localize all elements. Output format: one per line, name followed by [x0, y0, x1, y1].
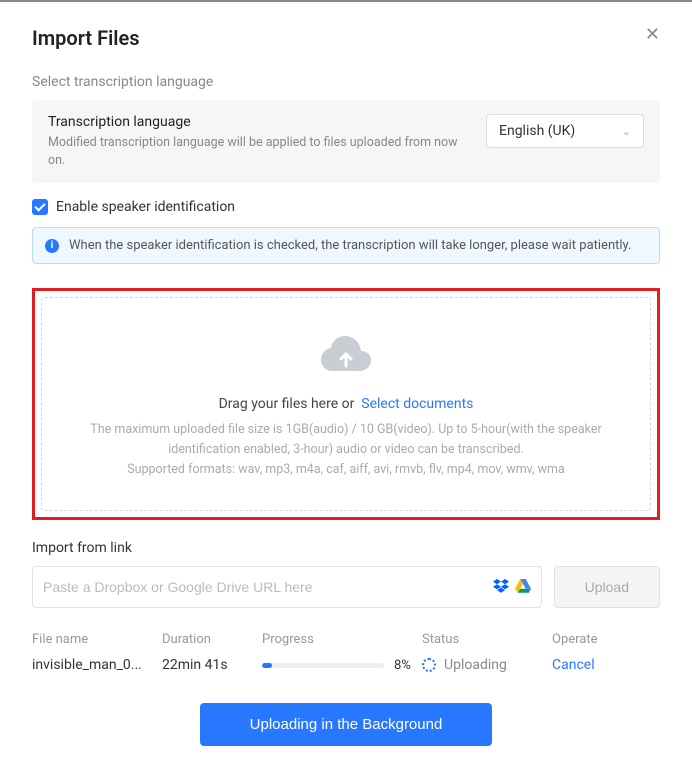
- import-files-modal: Import Files ✕ Select transcription lang…: [0, 2, 692, 766]
- speaker-info-banner: i When the speaker identification is che…: [32, 227, 660, 264]
- link-url-input[interactable]: [43, 579, 493, 595]
- speaker-id-row: Enable speaker identification: [32, 199, 660, 215]
- cancel-link[interactable]: Cancel: [552, 657, 595, 673]
- dropzone-help-1: The maximum uploaded file size is 1GB(au…: [58, 420, 634, 460]
- language-box: Transcription language Modified transcri…: [32, 100, 660, 183]
- uploads-table: File name Duration Progress Status Opera…: [32, 632, 660, 673]
- dropzone-help-2: Supported formats: wav, mp3, m4a, caf, a…: [58, 460, 634, 480]
- th-duration: Duration: [162, 632, 262, 647]
- close-icon: ✕: [645, 24, 660, 45]
- table-row: invisible_man_0... 22min 41s 8% Uploadin…: [32, 657, 660, 673]
- import-link-row: Upload: [32, 566, 660, 608]
- language-section-label: Select transcription language: [32, 74, 660, 90]
- background-upload-button[interactable]: Uploading in the Background: [200, 703, 493, 746]
- language-subtitle: Modified transcription language will be …: [48, 134, 472, 169]
- info-icon: i: [45, 239, 59, 253]
- progress-percent: 8%: [394, 658, 422, 673]
- dropbox-icon: [493, 578, 509, 597]
- close-button[interactable]: ✕: [645, 26, 660, 44]
- service-icons: [493, 578, 531, 597]
- th-operate: Operate: [552, 632, 632, 647]
- cell-operate: Cancel: [552, 657, 632, 673]
- language-selected-value: English (UK): [499, 123, 575, 139]
- cell-status: Uploading: [422, 657, 552, 673]
- th-status: Status: [422, 632, 552, 647]
- speaker-id-label: Enable speaker identification: [56, 199, 235, 215]
- speaker-id-checkbox[interactable]: [32, 199, 48, 215]
- progress-fill: [262, 663, 272, 668]
- dropzone-main-text: Drag your files here or Select documents: [58, 396, 634, 412]
- cell-filename: invisible_man_0...: [32, 657, 162, 673]
- import-link-label: Import from link: [32, 540, 660, 556]
- progress-bar: [262, 663, 384, 668]
- status-text: Uploading: [444, 657, 507, 673]
- language-title: Transcription language: [48, 114, 472, 130]
- spinner-icon: [422, 658, 436, 672]
- select-documents-link[interactable]: Select documents: [361, 396, 473, 412]
- cell-duration: 22min 41s: [162, 657, 262, 673]
- modal-title: Import Files: [32, 26, 660, 50]
- cloud-upload-icon: [320, 334, 372, 378]
- file-dropzone[interactable]: Drag your files here or Select documents…: [41, 297, 651, 511]
- th-progress: Progress: [262, 632, 422, 647]
- chevron-down-icon: ⌄: [622, 125, 631, 138]
- th-filename: File name: [32, 632, 162, 647]
- table-header: File name Duration Progress Status Opera…: [32, 632, 660, 647]
- language-description: Transcription language Modified transcri…: [48, 114, 486, 169]
- upload-link-button[interactable]: Upload: [554, 566, 660, 608]
- dropzone-highlight: Drag your files here or Select documents…: [32, 288, 660, 520]
- google-drive-icon: [515, 578, 531, 597]
- link-input-wrap: [32, 566, 542, 608]
- language-select[interactable]: English (UK) ⌄: [486, 114, 644, 148]
- speaker-info-text: When the speaker identification is check…: [69, 238, 631, 253]
- cell-progress: 8%: [262, 658, 422, 673]
